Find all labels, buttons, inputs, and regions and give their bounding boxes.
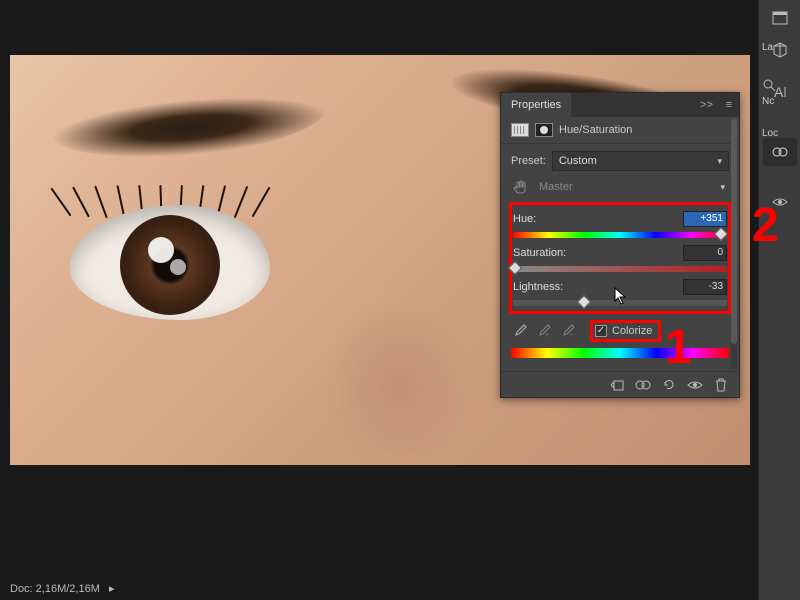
preset-value: Custom bbox=[559, 155, 597, 167]
panel-tabbar: Properties >> ≡ bbox=[501, 93, 739, 117]
panel-menu-button[interactable]: ≡ bbox=[719, 99, 739, 111]
status-bar: Doc: 2,16M/2,16M ▸ bbox=[10, 582, 114, 595]
channel-dropdown[interactable]: Master ▾ bbox=[535, 177, 729, 197]
saturation-label: Saturation: bbox=[513, 247, 566, 259]
lightness-label: Lightness: bbox=[513, 281, 563, 293]
adjustment-label: Hue/Saturation bbox=[559, 124, 632, 136]
properties-panel: Properties >> ≡ Hue/Saturation Preset: C… bbox=[500, 92, 740, 398]
svg-text:−: − bbox=[569, 332, 573, 338]
eyedropper-icon[interactable] bbox=[511, 322, 529, 340]
colorize-option[interactable]: Colorize bbox=[593, 323, 658, 339]
hue-label: Hue: bbox=[513, 213, 536, 225]
eyedropper-add-icon[interactable]: + bbox=[535, 322, 553, 340]
right-label-nc: Nc bbox=[762, 96, 798, 107]
clip-icon[interactable] bbox=[609, 377, 625, 393]
saturation-slider[interactable] bbox=[513, 264, 727, 274]
lightness-slider[interactable] bbox=[513, 298, 727, 308]
adjustment-type-icon[interactable] bbox=[511, 123, 529, 137]
bottom-dark-bar bbox=[0, 465, 760, 600]
colorize-label: Colorize bbox=[612, 325, 652, 337]
reset-icon[interactable] bbox=[661, 377, 677, 393]
top-dark-bar bbox=[0, 0, 760, 55]
saturation-value-input[interactable]: 0 bbox=[683, 245, 727, 261]
svg-text:+: + bbox=[545, 332, 549, 338]
chevron-down-icon: ▾ bbox=[717, 156, 722, 167]
targeted-adjust-icon[interactable] bbox=[511, 178, 529, 196]
hue-slider[interactable] bbox=[513, 230, 727, 240]
properties-tab[interactable]: Properties bbox=[501, 93, 571, 117]
right-label-la: La bbox=[762, 42, 798, 53]
lightness-value-input[interactable]: -33 bbox=[683, 279, 727, 295]
panel-icon-visibility[interactable] bbox=[763, 188, 797, 216]
nose-graphic bbox=[310, 285, 490, 455]
trash-icon[interactable] bbox=[713, 377, 729, 393]
panel-icon-adjust[interactable] bbox=[763, 138, 797, 166]
mask-view-icon[interactable] bbox=[635, 377, 651, 393]
panel-scrollbar[interactable] bbox=[731, 119, 737, 369]
preset-label: Preset: bbox=[511, 155, 546, 167]
eyedropper-subtract-icon[interactable]: − bbox=[559, 322, 577, 340]
sliders-group: Hue: +351 Saturation: 0 Lightness: -33 bbox=[511, 204, 729, 312]
colorize-checkbox[interactable] bbox=[595, 325, 607, 337]
channel-value: Master bbox=[539, 181, 573, 193]
right-label-loc: Loc bbox=[762, 128, 798, 139]
iris-left-graphic bbox=[120, 215, 220, 315]
right-tool-strip: La A Nc Loc bbox=[758, 0, 800, 600]
layer-mask-icon[interactable] bbox=[535, 123, 553, 137]
preset-dropdown[interactable]: Custom ▾ bbox=[552, 151, 729, 171]
adjustment-header: Hue/Saturation bbox=[501, 117, 739, 144]
chevron-down-icon: ▾ bbox=[720, 182, 725, 193]
visibility-icon[interactable] bbox=[687, 377, 703, 393]
scrollbar-thumb[interactable] bbox=[731, 119, 737, 344]
hue-value-input[interactable]: +351 bbox=[683, 211, 727, 227]
spectrum-bar bbox=[511, 348, 729, 358]
right-label-search bbox=[762, 78, 798, 92]
panel-collapse-button[interactable]: >> bbox=[694, 99, 719, 111]
panel-footer bbox=[501, 371, 739, 397]
panel-icon-1[interactable] bbox=[763, 4, 797, 32]
doc-size-label: Doc: 2,16M/2,16M bbox=[10, 583, 100, 595]
status-chevron-icon[interactable]: ▸ bbox=[109, 583, 115, 595]
eyebrow-left-graphic bbox=[48, 88, 332, 167]
